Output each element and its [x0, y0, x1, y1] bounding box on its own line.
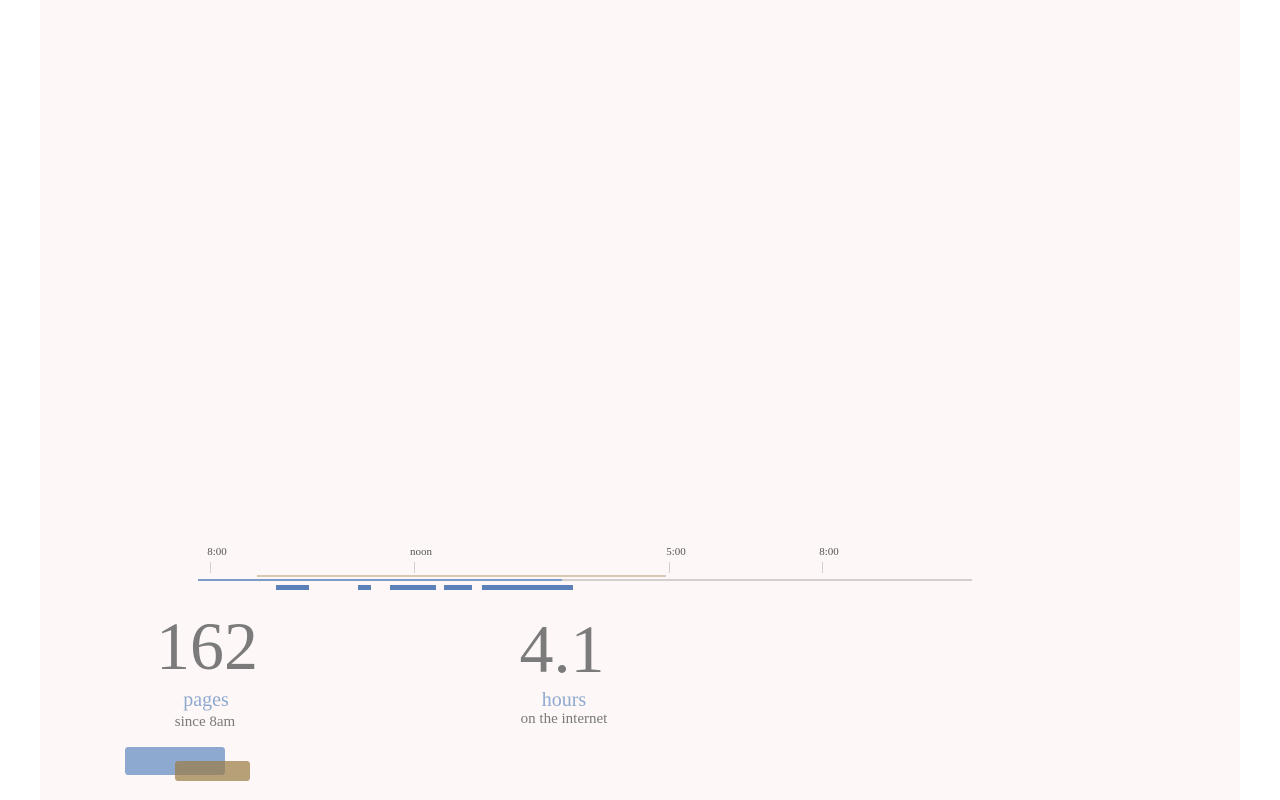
- activity-segment: [358, 585, 371, 590]
- pages-unit: pages: [183, 689, 229, 711]
- tick-mark-8pm: [822, 562, 823, 573]
- tick-mark-8am: [210, 562, 211, 573]
- secondary-color-swatch[interactable]: [175, 761, 250, 781]
- tick-label-noon: noon: [410, 546, 432, 558]
- pages-count: 162: [156, 608, 258, 684]
- range-line: [257, 575, 666, 577]
- pages-caption: since 8am: [174, 714, 236, 730]
- activity-segment: [444, 585, 472, 590]
- activity-segment: [390, 585, 436, 590]
- tick-label-5pm: 5:00: [666, 546, 686, 558]
- tick-label-8pm: 8:00: [819, 546, 839, 558]
- tick-mark-5pm: [669, 562, 670, 573]
- tick-label-8am: 8:00: [207, 546, 227, 558]
- activity-segment: [482, 585, 573, 590]
- tick-mark-noon: [414, 562, 415, 573]
- hours-caption: on the internet: [520, 711, 608, 727]
- hours-unit: hours: [541, 689, 587, 711]
- axis-line-active: [198, 579, 562, 581]
- axis-line-rest: [562, 579, 972, 581]
- activity-segment: [276, 585, 309, 590]
- hours-count: 4.1: [519, 611, 605, 687]
